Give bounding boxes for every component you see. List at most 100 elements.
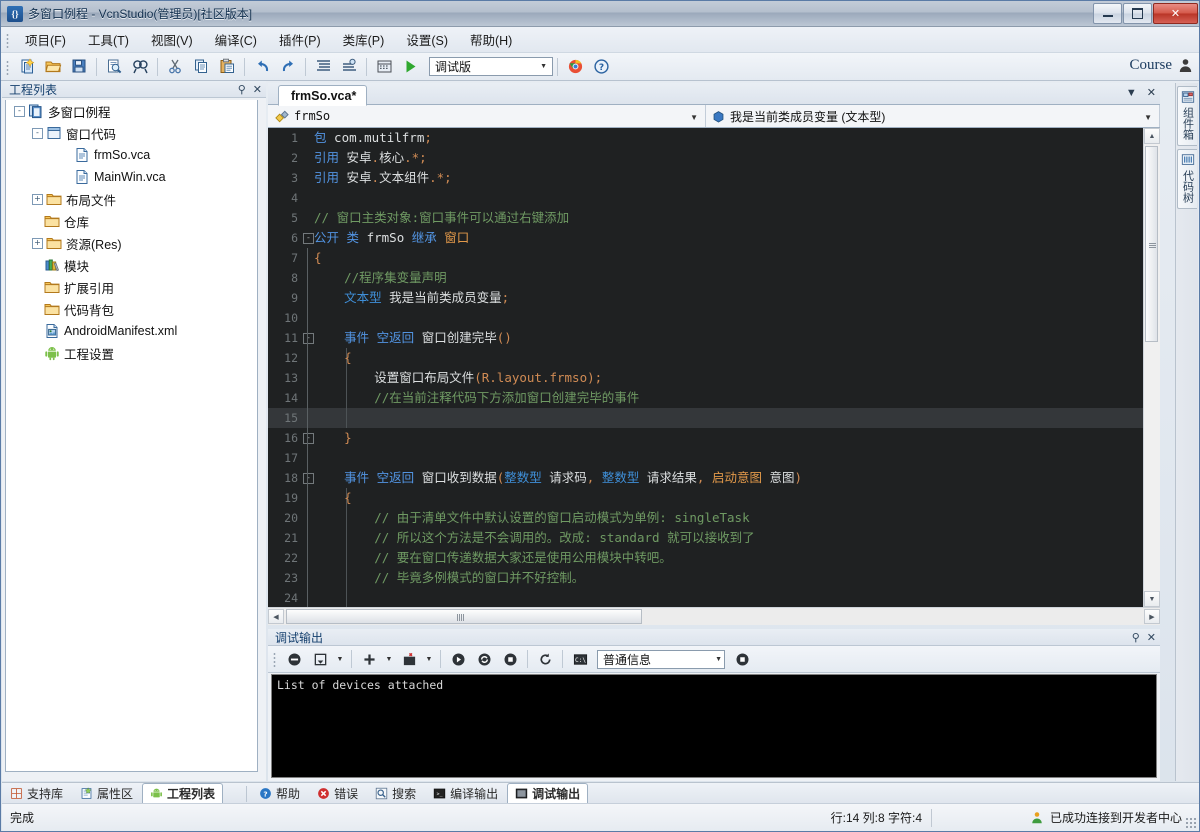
class-selector[interactable]: frmSo ▼ (268, 105, 706, 127)
scroll-left-button[interactable]: ◀ (268, 609, 284, 624)
save-log-dropdown-icon[interactable]: ▼ (334, 647, 346, 671)
tree-item-extension-refs[interactable]: 扩展引用 (6, 276, 257, 298)
editor-tab-frmso[interactable]: frmSo.vca* (278, 85, 368, 106)
vertical-scroll-thumb[interactable] (1145, 146, 1158, 342)
editor-horizontal-scrollbar[interactable]: ◀ ▶ (268, 607, 1160, 625)
help-circle-icon[interactable]: ? (589, 55, 613, 79)
code-lines[interactable]: 1包 com.mutilfrm; 2 引用 安卓.核心.*; 3 引用 安卓.文本组件.… (268, 128, 1144, 607)
vtab-code-tree[interactable]: 代码树 (1177, 149, 1197, 209)
menu-drag-grip[interactable] (4, 31, 12, 48)
tree-item-mainwin[interactable]: MainWin.vca (6, 166, 257, 188)
save-icon[interactable] (67, 55, 91, 79)
code-line[interactable]: 23 // 毕竟多例模式的窗口并不好控制。 (268, 568, 1144, 588)
run-icon[interactable] (398, 55, 422, 79)
bottom-tab-search[interactable]: 搜索 (367, 783, 424, 804)
menu-view[interactable]: 视图(V) (140, 26, 204, 53)
new-project-icon[interactable] (15, 55, 39, 79)
fold-toggle-icon[interactable]: - (303, 433, 314, 444)
restart-icon[interactable] (472, 647, 496, 671)
menu-settings[interactable]: 设置(S) (395, 26, 459, 53)
code-line[interactable]: 15 (268, 408, 1144, 428)
code-line[interactable]: 22 // 要在窗口传递数据大家还是使用公用模块中转吧。 (268, 548, 1144, 568)
fold-toggle-icon[interactable]: - (303, 473, 314, 484)
code-line[interactable]: 10 (268, 308, 1144, 328)
code-line[interactable]: 5 // 窗口主类对象:窗口事件可以通过右键添加 (268, 208, 1144, 228)
close-icon[interactable]: ✕ (1147, 631, 1156, 644)
code-line[interactable]: 8 //程序集变量声明 (268, 268, 1144, 288)
format-code-icon[interactable] (311, 55, 335, 79)
code-editor[interactable]: 1包 com.mutilfrm; 2 引用 安卓.核心.*; 3 引用 安卓.文本组件.… (268, 128, 1160, 607)
tree-item-modules[interactable]: 模块 (6, 254, 257, 276)
code-line[interactable]: 11- 事件 空返回 窗口创建完毕() (268, 328, 1144, 348)
copy-icon[interactable] (189, 55, 213, 79)
debug-filter-select[interactable]: 普通信息 ▼ (597, 649, 725, 669)
close-button[interactable]: ✕ (1153, 3, 1198, 24)
horizontal-scroll-track[interactable] (284, 609, 1144, 624)
tree-item-resources[interactable]: + 资源(Res) (6, 232, 257, 254)
code-line[interactable]: 1 包 com.mutilfrm; (268, 128, 1144, 148)
menu-compile[interactable]: 编译(C) (204, 26, 268, 53)
print-preview-icon[interactable] (102, 55, 126, 79)
tab-list-dropdown-icon[interactable]: ▼ (1126, 87, 1137, 99)
code-line[interactable]: 2 引用 安卓.核心.*; (268, 148, 1144, 168)
code-line[interactable]: 7{ (268, 248, 1144, 268)
tree-item-window-code[interactable]: - 窗口代码 (6, 122, 257, 144)
tree-item-layout-files[interactable]: + 布局文件 (6, 188, 257, 210)
pin-icon[interactable]: ⚲ (1132, 631, 1140, 644)
expander-icon[interactable]: - (32, 127, 43, 139)
fold-toggle-icon[interactable]: - (303, 333, 314, 344)
tree-item-code-backpack[interactable]: 代码背包 (6, 298, 257, 320)
delete-filter-icon[interactable] (397, 647, 421, 671)
code-line[interactable]: 6- 公开 类 frmSo 继承 窗口 (268, 228, 1144, 248)
editor-vertical-scrollbar[interactable]: ▲ ▼ (1143, 128, 1160, 607)
code-line[interactable]: 20 // 由于清单文件中默认设置的窗口启动模式为单例: singleTask (268, 508, 1144, 528)
code-line[interactable]: 17 (268, 448, 1144, 468)
cut-icon[interactable] (163, 55, 187, 79)
scroll-up-button[interactable]: ▲ (1144, 128, 1160, 144)
bottom-tab-help[interactable]: ? 帮助 (251, 783, 308, 804)
close-icon[interactable]: ✕ (253, 83, 262, 96)
horizontal-scroll-thumb[interactable] (286, 609, 642, 624)
pin-icon[interactable]: ⚲ (238, 83, 246, 96)
add-filter-icon[interactable] (357, 647, 381, 671)
code-line[interactable]: 14 //在当前注释代码下方添加窗口创建完毕的事件 (268, 388, 1144, 408)
refresh-icon[interactable] (533, 647, 557, 671)
expander-icon[interactable]: - (14, 105, 25, 117)
debug-toolbar-grip[interactable] (271, 651, 279, 667)
menu-help[interactable]: 帮助(H) (459, 26, 523, 53)
menu-tools[interactable]: 工具(T) (77, 26, 140, 53)
code-line[interactable]: 19 { (268, 488, 1144, 508)
comment-icon[interactable] (337, 55, 361, 79)
scroll-down-button[interactable]: ▼ (1144, 591, 1160, 607)
code-line[interactable]: 21 // 所以这个方法是不会调用的。改成: standard 就可以接收到了 (268, 528, 1144, 548)
console-icon[interactable]: C:\ (568, 647, 592, 671)
save-log-icon[interactable] (308, 647, 332, 671)
resize-grip[interactable] (1185, 817, 1197, 829)
stop-icon[interactable] (498, 647, 522, 671)
debug-output-text[interactable]: List of devices attached (271, 674, 1157, 778)
find-icon[interactable] (128, 55, 152, 79)
delete-filter-dropdown-icon[interactable]: ▼ (423, 647, 435, 671)
build-config-select[interactable]: 调试版 ▼ (429, 57, 553, 76)
code-line[interactable]: 24 (268, 588, 1144, 607)
expander-icon[interactable]: + (32, 237, 43, 249)
add-filter-dropdown-icon[interactable]: ▼ (383, 647, 395, 671)
undo-icon[interactable] (250, 55, 274, 79)
chevron-down-icon[interactable]: ▼ (690, 113, 698, 122)
code-line[interactable]: 18- 事件 空返回 窗口收到数据(整数型 请求码, 整数型 请求结果, 启动意… (268, 468, 1144, 488)
bottom-tab-properties[interactable]: 属性区 (72, 783, 141, 804)
scroll-right-button[interactable]: ▶ (1144, 609, 1160, 624)
bottom-tab-project-list[interactable]: 工程列表 (142, 783, 224, 804)
toolbar-drag-grip[interactable] (4, 58, 12, 75)
bottom-tab-build-output[interactable]: >_ 编译输出 (425, 783, 506, 804)
minimize-button[interactable] (1093, 3, 1122, 24)
start-icon[interactable] (446, 647, 470, 671)
build-icon[interactable] (372, 55, 396, 79)
maximize-button[interactable] (1123, 3, 1152, 24)
tree-item-android-manifest[interactable]: AndroidManifest.xml (6, 320, 257, 342)
menu-classlib[interactable]: 类库(P) (332, 26, 396, 53)
code-line[interactable]: 9 文本型 我是当前类成员变量; (268, 288, 1144, 308)
tree-item-project[interactable]: - 多窗口例程 (6, 100, 257, 122)
account-area[interactable]: Course (1130, 57, 1194, 74)
redo-icon[interactable] (276, 55, 300, 79)
